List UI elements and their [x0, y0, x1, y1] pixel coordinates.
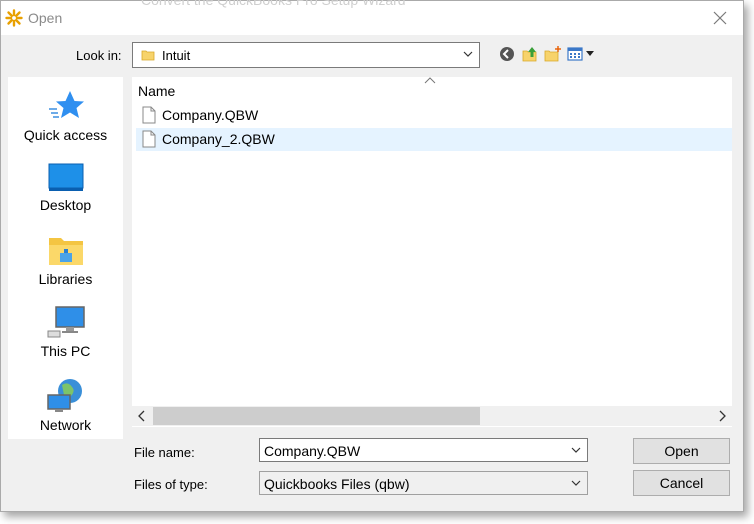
up-folder-icon[interactable] — [521, 45, 539, 63]
chevron-down-icon — [463, 51, 473, 57]
place-quick-access[interactable]: Quick access — [8, 89, 123, 143]
place-this-pc[interactable]: This PC — [8, 305, 123, 359]
file-icon — [142, 130, 156, 148]
look-in-dropdown[interactable]: Intuit — [132, 42, 480, 68]
file-name-label: File name: — [134, 445, 195, 460]
sort-ascending-icon — [424, 77, 436, 84]
file-name-input[interactable]: Company.QBW — [259, 438, 588, 462]
place-label: Quick access — [23, 127, 108, 143]
app-spark-icon — [5, 9, 23, 27]
place-label: Network — [39, 417, 92, 433]
place-label: Libraries — [38, 271, 93, 287]
network-icon — [46, 379, 82, 412]
folder-icon — [141, 50, 155, 61]
chevron-down-icon — [571, 480, 581, 486]
look-in-label: Look in: — [76, 48, 122, 63]
column-header-name[interactable]: Name — [138, 83, 175, 99]
file-name: Company_2.QBW — [162, 131, 275, 147]
file-type-dropdown[interactable]: Quickbooks Files (qbw) — [259, 471, 588, 495]
back-icon[interactable] — [498, 45, 516, 63]
file-type-label: Files of type: — [134, 477, 208, 492]
places-bar: Quick access Desktop Libraries This PC N… — [8, 77, 123, 439]
place-network[interactable]: Network — [8, 377, 123, 433]
file-type-value: Quickbooks Files (qbw) — [264, 476, 410, 492]
star-icon — [48, 91, 84, 118]
horizontal-scrollbar[interactable] — [132, 406, 732, 426]
file-name: Company.QBW — [162, 107, 259, 123]
chevron-down-icon[interactable] — [571, 446, 581, 454]
place-label: This PC — [40, 343, 91, 359]
place-label: Desktop — [39, 197, 92, 213]
window-title: Open — [28, 10, 63, 26]
file-row[interactable]: Company.QBW — [136, 104, 732, 127]
scroll-left-icon[interactable] — [138, 410, 146, 422]
close-icon[interactable] — [711, 9, 729, 27]
title-bar: Open Convert the QuickBooks Pro Setup Wi… — [1, 0, 743, 35]
background-window-text: Convert the QuickBooks Pro Setup Wizard — [141, 0, 406, 8]
libraries-icon — [48, 238, 83, 265]
file-icon — [142, 106, 156, 124]
file-list[interactable]: Name Company.QBW Company_2.QBW — [132, 77, 732, 427]
file-row-selected[interactable]: Company_2.QBW — [136, 128, 732, 151]
open-button[interactable]: Open — [633, 438, 730, 464]
new-folder-icon[interactable] — [544, 45, 562, 63]
desktop-icon — [48, 163, 83, 191]
scrollbar-thumb[interactable] — [153, 407, 480, 425]
cancel-button[interactable]: Cancel — [633, 470, 730, 496]
view-menu-icon[interactable] — [567, 45, 597, 63]
scroll-right-icon[interactable] — [718, 410, 726, 422]
place-desktop[interactable]: Desktop — [8, 163, 123, 213]
place-libraries[interactable]: Libraries — [8, 233, 123, 287]
file-name-value: Company.QBW — [264, 443, 361, 459]
computer-icon — [47, 306, 85, 338]
open-dialog: Open Convert the QuickBooks Pro Setup Wi… — [0, 0, 744, 512]
look-in-value: Intuit — [162, 48, 191, 63]
